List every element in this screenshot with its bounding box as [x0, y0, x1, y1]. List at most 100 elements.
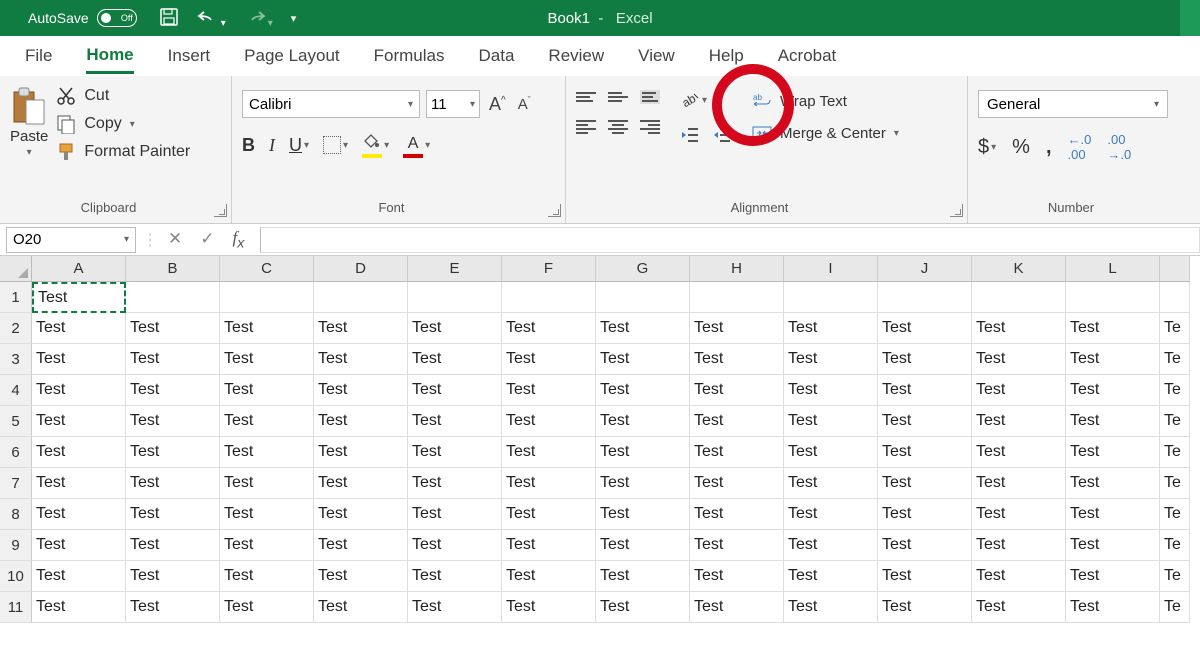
cell[interactable]: Test: [32, 313, 126, 344]
cell[interactable]: Te: [1160, 437, 1190, 468]
dialog-launcher[interactable]: [950, 204, 963, 217]
cell[interactable]: Te: [1160, 499, 1190, 530]
cell[interactable]: Test: [32, 592, 126, 623]
increase-font-icon[interactable]: A^: [486, 94, 509, 115]
cell[interactable]: [126, 282, 220, 313]
cell[interactable]: Test: [1066, 313, 1160, 344]
column-header[interactable]: G: [596, 256, 690, 282]
cell[interactable]: Te: [1160, 406, 1190, 437]
cell[interactable]: Test: [220, 592, 314, 623]
cell[interactable]: [878, 282, 972, 313]
cell[interactable]: Test: [126, 592, 220, 623]
increase-decimal-icon[interactable]: ←.0.00: [1068, 132, 1092, 162]
row-header[interactable]: 7: [0, 468, 32, 499]
cell[interactable]: Test: [220, 561, 314, 592]
cell[interactable]: Test: [408, 530, 502, 561]
cell[interactable]: Test: [784, 344, 878, 375]
cell[interactable]: Test: [972, 313, 1066, 344]
autosave-toggle[interactable]: Off: [97, 9, 137, 27]
cell[interactable]: Test: [502, 406, 596, 437]
cell[interactable]: Test: [878, 313, 972, 344]
percent-button[interactable]: %: [1012, 136, 1030, 159]
cell[interactable]: Test: [1066, 468, 1160, 499]
column-header[interactable]: D: [314, 256, 408, 282]
cell[interactable]: Test: [972, 592, 1066, 623]
cell[interactable]: Test: [690, 313, 784, 344]
column-header[interactable]: F: [502, 256, 596, 282]
cell[interactable]: Test: [126, 530, 220, 561]
cell[interactable]: Test: [126, 406, 220, 437]
cell[interactable]: Test: [408, 344, 502, 375]
column-header[interactable]: K: [972, 256, 1066, 282]
cell[interactable]: Test: [126, 499, 220, 530]
cell[interactable]: Test: [502, 561, 596, 592]
cell[interactable]: Test: [314, 406, 408, 437]
cell[interactable]: Test: [878, 530, 972, 561]
cell[interactable]: Test: [32, 530, 126, 561]
cell[interactable]: Test: [314, 530, 408, 561]
align-left-icon[interactable]: [576, 120, 596, 134]
cell[interactable]: Test: [972, 530, 1066, 561]
column-header[interactable]: [1160, 256, 1190, 282]
cell[interactable]: Test: [408, 592, 502, 623]
row-header[interactable]: 3: [0, 344, 32, 375]
column-header[interactable]: A: [32, 256, 126, 282]
row-header[interactable]: 1: [0, 282, 32, 313]
name-box[interactable]: O20▾: [6, 227, 136, 253]
column-header[interactable]: L: [1066, 256, 1160, 282]
cell[interactable]: Test: [878, 561, 972, 592]
cell[interactable]: Test: [408, 468, 502, 499]
cell[interactable]: Test: [408, 313, 502, 344]
increase-indent-icon[interactable]: [712, 126, 732, 149]
align-bottom-icon[interactable]: [640, 90, 660, 104]
cell[interactable]: Test: [972, 437, 1066, 468]
cell[interactable]: Test: [502, 499, 596, 530]
cell[interactable]: Test: [1066, 375, 1160, 406]
column-header[interactable]: B: [126, 256, 220, 282]
cell[interactable]: Te: [1160, 530, 1190, 561]
cell[interactable]: Test: [502, 530, 596, 561]
cell[interactable]: Test: [32, 375, 126, 406]
cell[interactable]: [1160, 282, 1190, 313]
tab-data[interactable]: Data: [479, 40, 515, 72]
cell[interactable]: Test: [314, 437, 408, 468]
cell[interactable]: Test: [220, 406, 314, 437]
cell[interactable]: Test: [596, 592, 690, 623]
enter-icon[interactable]: ✓: [200, 229, 214, 249]
cell[interactable]: Test: [32, 282, 126, 313]
cell[interactable]: Test: [502, 375, 596, 406]
cell[interactable]: Test: [878, 592, 972, 623]
cell[interactable]: Test: [126, 561, 220, 592]
cell[interactable]: Test: [878, 344, 972, 375]
customize-qat-icon[interactable]: ▾: [291, 12, 297, 25]
cell[interactable]: Test: [32, 344, 126, 375]
accounting-format-button[interactable]: $▾: [978, 136, 996, 159]
cell[interactable]: Test: [878, 406, 972, 437]
cell[interactable]: [1066, 282, 1160, 313]
cell[interactable]: Test: [690, 375, 784, 406]
cell[interactable]: Test: [596, 530, 690, 561]
cell[interactable]: Test: [502, 592, 596, 623]
cancel-icon[interactable]: ✕: [168, 229, 182, 249]
cell[interactable]: Test: [596, 406, 690, 437]
cell[interactable]: Test: [596, 499, 690, 530]
cut-button[interactable]: Cut: [56, 86, 190, 106]
cell[interactable]: Test: [690, 406, 784, 437]
cell[interactable]: Te: [1160, 313, 1190, 344]
align-top-icon[interactable]: [576, 92, 596, 102]
cell[interactable]: Test: [1066, 530, 1160, 561]
cell[interactable]: Test: [502, 468, 596, 499]
cell[interactable]: Test: [126, 375, 220, 406]
cell[interactable]: Test: [972, 344, 1066, 375]
formula-input[interactable]: [260, 227, 1200, 253]
cell[interactable]: Test: [784, 406, 878, 437]
row-header[interactable]: 2: [0, 313, 32, 344]
cell[interactable]: Test: [784, 561, 878, 592]
cell[interactable]: [972, 282, 1066, 313]
tab-file[interactable]: File: [25, 40, 52, 72]
dialog-launcher[interactable]: [548, 204, 561, 217]
cell[interactable]: Test: [878, 375, 972, 406]
cell[interactable]: Test: [878, 437, 972, 468]
cell[interactable]: Test: [972, 499, 1066, 530]
cell[interactable]: Te: [1160, 468, 1190, 499]
